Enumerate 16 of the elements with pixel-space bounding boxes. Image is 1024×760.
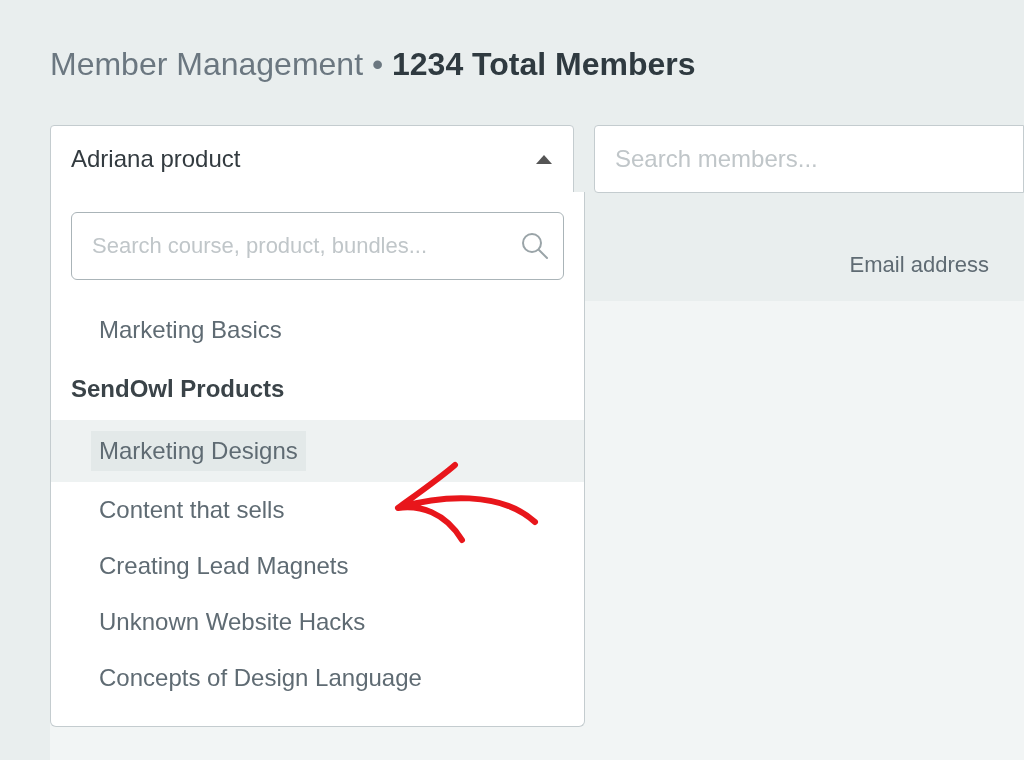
product-option[interactable]: Unknown Website Hacks (51, 594, 584, 650)
product-option[interactable]: Creating Lead Magnets (51, 538, 584, 594)
page-title: Member Management (50, 46, 364, 82)
product-option[interactable]: Marketing Basics (51, 302, 584, 358)
column-header[interactable]: Email address (849, 248, 989, 281)
product-search-field[interactable]: Search course, product, bundles... (71, 212, 564, 280)
caret-icon (535, 154, 553, 164)
separator: • (371, 46, 384, 82)
search-icon (520, 231, 550, 261)
member-search-field[interactable]: Search members... (594, 125, 1024, 193)
group-heading: SendOwl Products (70, 374, 286, 404)
product-option[interactable]: Marketing Designs (51, 420, 584, 482)
product-option[interactable]: Concepts of Design Language (51, 650, 584, 706)
member-count: 1234 Total Members (392, 46, 696, 82)
product-dropdown[interactable]: Adriana product (50, 125, 574, 193)
product-option[interactable]: Content that sells (51, 482, 584, 538)
